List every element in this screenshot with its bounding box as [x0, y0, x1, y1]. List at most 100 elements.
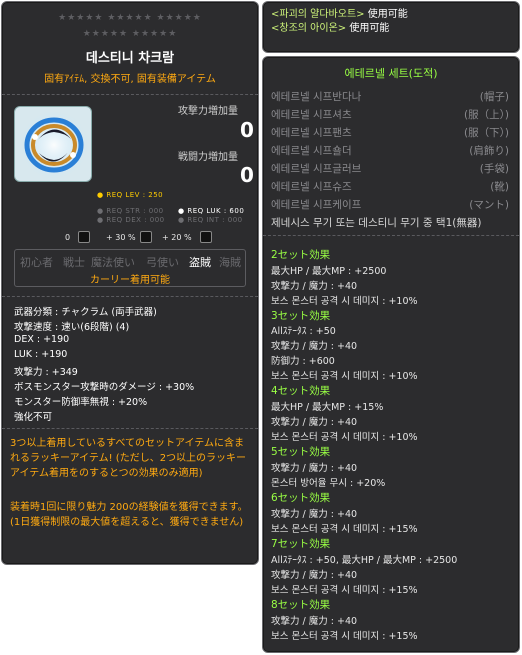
detail-no-enhance: 強化不可 — [14, 412, 53, 423]
set-item-slot: (マント) — [469, 199, 509, 211]
set-effect-header: 8セット効果 — [271, 599, 331, 611]
set-item-name: 에테르넬 시프셔츠 — [271, 109, 352, 121]
set-item-row: 에테르넬 시프셔츠 (服（上）) — [271, 107, 509, 122]
set-effect-header: 3セット効果 — [271, 310, 331, 322]
divider — [2, 296, 258, 297]
detail-attack-speed: 攻撃速度 : 速い(6段階) (4) — [14, 322, 130, 333]
req-int: ● REQ INT : 000 — [178, 216, 243, 224]
bonus-icon-1 — [78, 231, 90, 243]
set-effect-header: 4セット効果 — [271, 385, 331, 397]
set-effect-header: 5セット効果 — [271, 446, 331, 458]
attack-increase-label: 攻撃力増加量 — [178, 106, 238, 117]
set-effect-line: 보스 몬스터 공격 시 데미지 : +15% — [271, 631, 418, 642]
extra-value-1: 0 — [65, 233, 71, 242]
bonus-icon-2 — [140, 231, 152, 243]
set-item-row: 에테르넬 시프팬츠 (服（下）) — [271, 125, 509, 140]
set-effect-line: 보스 몬스터 공격 시 데미지 : +15% — [271, 585, 418, 596]
set-effect-line: Allｽﾃｰﾀｽ : +50, 最大HP / 最大MP : +2500 — [271, 555, 458, 566]
power-increase-value: 0 — [240, 163, 254, 187]
detail-dex: DEX : +190 — [14, 334, 70, 345]
lucky-item-description: 3つ以上着用しているすべてのセットアイテムに含まれるラッキーアイテム! (ただし… — [10, 438, 247, 479]
extra-value-2: + 30 % — [106, 233, 136, 242]
set-item-row: 에테르넬 시프슈즈 (靴) — [271, 179, 509, 194]
requirement-name: <파괴의 얄다바오트> — [271, 9, 365, 20]
set-item-name: 에테르넬 시프케이프 — [271, 199, 362, 211]
bonus-icon-3 — [200, 231, 212, 243]
detail-weapon-type: 武器分類 : チャクラム (両手武器) — [14, 307, 157, 318]
charm-exp-description: 装着時1回に限り魅力 200の経験値を獲得できます。(1日獲得制限の最大値を超え… — [10, 502, 248, 528]
set-effect-line: 몬스터 방어율 무시 : +20% — [271, 478, 386, 489]
detail-ignore-defense: モンスター防御率無視 : +20% — [14, 397, 148, 408]
requirement-status: 使用可能 — [364, 9, 408, 20]
star-force-row-1: ★★★★★ ★★★★★ ★★★★★ — [58, 13, 202, 23]
set-effect-line: 보스 몬스터 공격 시 데미지 : +10% — [271, 296, 418, 307]
set-effect-header: 7セット効果 — [271, 538, 331, 550]
job-pirate: 海賊 — [219, 256, 241, 269]
set-item-name: 에테르넬 시프팬츠 — [271, 127, 352, 139]
set-item-slot: (帽子) — [479, 91, 509, 103]
set-effect-line: 攻撃力 / 魔力 : +40 — [271, 417, 358, 428]
set-item-name: 에테르넬 시프슈즈 — [271, 181, 352, 193]
star-force-row-2: ★★★★★ ★★★★★ — [82, 29, 178, 39]
set-effect-header: 2セット効果 — [271, 249, 331, 261]
set-effect-line: 보스 몬스터 공격 시 데미지 : +10% — [271, 432, 418, 443]
requirement-status: 使用可能 — [346, 23, 390, 34]
requirement-line: <창조의 아이온> 使用可能 — [271, 22, 511, 36]
item-tooltip-panel: ★★★★★ ★★★★★ ★★★★★ ★★★★★ ★★★★★ 데스티니 차크람 固… — [1, 1, 259, 565]
set-item-slot: (服（上）) — [464, 109, 509, 121]
set-effect-line: Allｽﾃｰﾀｽ : +50 — [271, 326, 336, 337]
job-magician: 魔法使い — [91, 256, 135, 269]
set-effect-line: 攻撃力 / 魔力 : +40 — [271, 341, 358, 352]
set-item-slot: (靴) — [490, 181, 509, 193]
job-warrior: 戦士 — [63, 256, 85, 269]
detail-luk: LUK : +190 — [14, 349, 68, 360]
set-item-name: 에테르넬 시프반다나 — [271, 91, 362, 103]
set-item-row: 에테르넬 시프숄더 (肩飾り) — [271, 143, 509, 158]
set-item-row: 에테르넬 시프글러브 (手袋) — [271, 161, 509, 176]
attack-increase-value: 0 — [240, 118, 254, 142]
req-dex: ● REQ DEX : 000 — [97, 216, 165, 224]
chakram-icon — [20, 111, 88, 179]
set-item-slot: (手袋) — [479, 163, 509, 175]
req-level: ● REQ LEV : 250 — [97, 191, 164, 199]
set-effect-line: 보스 몬스터 공격 시 데미지 : +15% — [271, 524, 418, 535]
requirement-name: <창조의 아이온> — [271, 23, 347, 34]
power-increase-label: 戦闘力増加量 — [178, 152, 238, 163]
jobs-note: カーリー着用可能 — [90, 275, 170, 286]
set-item-row: 에테르넬 시프반다나 (帽子) — [271, 89, 509, 104]
set-item-name: 에테르넬 시프숄더 — [271, 145, 352, 157]
set-effect-line: 最大HP / 最大MP : +15% — [271, 402, 384, 413]
set-effect-line: 最大HP / 最大MP : +2500 — [271, 266, 387, 277]
set-effect-line: 攻撃力 / 魔力 : +40 — [271, 570, 358, 581]
job-requirements: 初心者 戦士 魔法使い 弓使い 盗賊 海賊 カーリー着用可能 — [14, 249, 246, 287]
detail-attack: 攻撃力 : +349 — [14, 367, 78, 378]
set-effect-line: 攻撃力 / 魔力 : +40 — [271, 616, 358, 627]
set-effect-line: 보스 몬스터 공격 시 데미지 : +10% — [271, 371, 418, 382]
set-genesis-row: 제네시스 무기 또는 데스티니 무기 중 택1(無器) — [271, 217, 482, 229]
item-image-chakram — [14, 106, 92, 182]
set-effect-line: 攻撃力 / 魔力 : +40 — [271, 463, 358, 474]
req-str: ● REQ STR : 000 — [97, 207, 164, 215]
detail-boss-damage: ボスモンスター攻撃時のダメージ : +30% — [14, 382, 195, 393]
set-effect-panel: 에테르넬 세트(도적) 에테르넬 시프반다나 (帽子) 에테르넬 시프셔츠 (服（上… — [262, 56, 520, 653]
requirement-line: <파괴의 얄다바오트> 使用可能 — [271, 8, 511, 22]
extra-value-3: + 20 % — [162, 233, 192, 242]
set-item-row: 에테르넬 시프케이프 (マント) — [271, 197, 509, 212]
set-effect-header: 6セット効果 — [271, 492, 331, 504]
divider — [2, 428, 258, 429]
job-archer: 弓使い — [146, 256, 179, 269]
divider — [2, 94, 258, 95]
item-name: 데스티니 차크람 — [85, 51, 175, 66]
usage-requirement-panel: <파괴의 얄다바오트> 使用可能 <창조의 아이온> 使用可能 — [262, 1, 520, 53]
req-luk: ● REQ LUK : 600 — [178, 207, 245, 215]
job-beginner: 初心者 — [20, 256, 53, 269]
set-item-name: 에테르넬 시프글러브 — [271, 163, 362, 175]
divider — [263, 235, 519, 236]
set-effect-line: 攻撃力 / 魔力 : +40 — [271, 509, 358, 520]
job-thief: 盗賊 — [189, 256, 211, 269]
set-item-slot: (服（下）) — [464, 127, 509, 139]
item-tags: 固有ｱｲﾃﾑ, 交換不可, 固有装備アイテム — [44, 74, 216, 85]
set-title: 에테르넬 세트(도적) — [344, 67, 438, 80]
set-item-slot: (肩飾り) — [469, 145, 509, 157]
set-effect-line: 防御力 : +600 — [271, 356, 335, 367]
